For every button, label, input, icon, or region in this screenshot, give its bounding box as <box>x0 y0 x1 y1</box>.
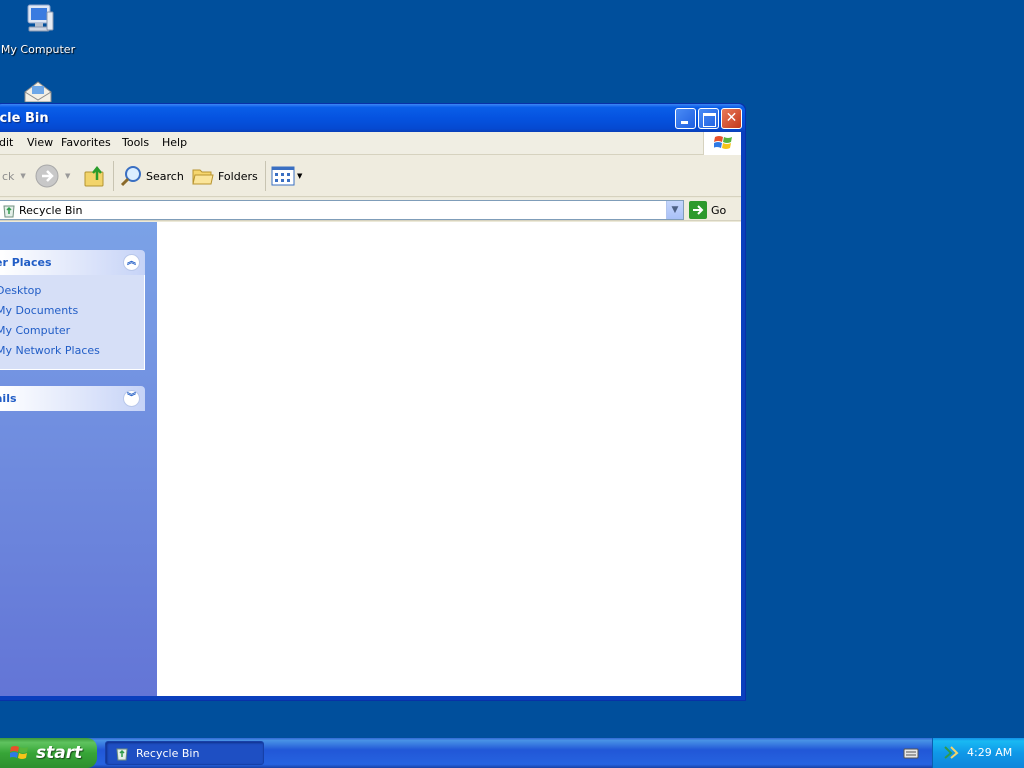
menu-edit[interactable]: dit <box>0 136 13 149</box>
expand-icon[interactable]: ︾ <box>123 390 140 407</box>
folders-icon <box>192 169 214 185</box>
maximize-button[interactable] <box>698 108 719 129</box>
windows-logo <box>703 132 741 155</box>
keyboard-icon[interactable] <box>903 746 919 763</box>
collapse-icon[interactable]: ︽ <box>123 254 140 271</box>
forward-arrow-icon <box>35 164 59 188</box>
back-label: ck <box>2 169 15 183</box>
menu-bar: dit View Favorites Tools Help <box>0 132 741 155</box>
menu-tools[interactable]: Tools <box>122 136 149 149</box>
details-header[interactable]: ails ︾ <box>0 386 145 411</box>
close-icon: ✕ <box>725 110 738 126</box>
views-dropdown-icon[interactable]: ▼ <box>297 172 302 180</box>
other-places-links: Desktop My Documents My Computer My Netw… <box>0 275 145 370</box>
details-title: ails <box>0 392 17 405</box>
forward-dropdown-icon[interactable]: ▼ <box>65 172 70 180</box>
my-computer-icon <box>27 4 54 32</box>
link-my-network-places[interactable]: My Network Places <box>0 341 144 361</box>
start-button[interactable]: start <box>0 738 97 768</box>
taskbar-button-label: Recycle Bin <box>136 746 200 760</box>
envelope-icon <box>24 81 52 103</box>
views-button[interactable]: ▼ <box>271 163 302 189</box>
go-label: Go <box>711 203 727 217</box>
menu-help[interactable]: Help <box>162 136 187 149</box>
details-panel: ails ︾ <box>0 386 145 411</box>
file-list-area[interactable] <box>157 222 741 696</box>
standard-toolbar: ck ▼ ▼ Search Folders ▼ <box>0 155 741 197</box>
toolbar-separator <box>113 161 114 191</box>
other-places-header[interactable]: er Places ︽ <box>0 250 145 275</box>
explorer-window: ycle Bin ✕ dit View Favorites Tools Help <box>0 103 746 701</box>
taskbar-button-recycle-bin[interactable]: Recycle Bin <box>105 741 264 765</box>
taskbar: start Recycle Bin 4:29 AM <box>0 738 1024 768</box>
search-label: Search <box>146 169 184 183</box>
menu-view[interactable]: View <box>27 136 53 149</box>
system-tray: 4:29 AM <box>932 738 1024 768</box>
link-desktop[interactable]: Desktop <box>0 281 144 301</box>
link-my-computer[interactable]: My Computer <box>0 321 144 341</box>
link-my-documents[interactable]: My Documents <box>0 301 144 321</box>
recycle-bin-icon <box>3 205 15 218</box>
recycle-bin-icon <box>116 748 128 761</box>
forward-button[interactable]: ▼ <box>35 163 70 189</box>
toolbar-separator <box>265 161 266 191</box>
desktop-icon-label: My Computer <box>0 43 76 56</box>
desktop-icon-my-computer[interactable]: My Computer <box>0 0 76 92</box>
minimize-button[interactable] <box>675 108 696 129</box>
clock[interactable]: 4:29 AM <box>967 746 1012 759</box>
folders-label: Folders <box>218 169 258 183</box>
address-field[interactable]: Recycle Bin ▼ <box>0 200 684 220</box>
address-value: Recycle Bin <box>19 204 83 217</box>
menu-favorites[interactable]: Favorites <box>61 136 111 149</box>
up-folder-button[interactable] <box>83 163 107 189</box>
go-arrow-icon <box>689 201 707 219</box>
windows-flag-icon <box>714 136 732 149</box>
other-places-panel: er Places ︽ Desktop My Documents My Comp… <box>0 250 145 370</box>
address-dropdown-icon[interactable]: ▼ <box>666 201 683 219</box>
folders-button[interactable]: Folders <box>191 163 258 189</box>
other-places-title: er Places <box>0 256 52 269</box>
address-bar: Recycle Bin ▼ Go <box>0 198 741 221</box>
network-icon[interactable] <box>943 744 959 760</box>
up-folder-icon <box>84 165 104 187</box>
window-title: ycle Bin <box>0 111 49 126</box>
search-icon <box>120 166 141 187</box>
content-area: er Places ︽ Desktop My Documents My Comp… <box>0 222 741 696</box>
windows-logo-icon <box>10 746 28 759</box>
title-bar[interactable]: ycle Bin ✕ <box>0 104 745 132</box>
views-icon <box>271 166 295 186</box>
task-pane: er Places ︽ Desktop My Documents My Comp… <box>0 222 157 696</box>
start-label: start <box>36 743 83 763</box>
search-button[interactable]: Search <box>119 163 184 189</box>
back-button[interactable]: ck ▼ <box>0 163 26 189</box>
close-button[interactable]: ✕ <box>721 108 742 129</box>
go-button[interactable]: Go <box>689 200 726 220</box>
back-dropdown-icon[interactable]: ▼ <box>20 172 25 180</box>
